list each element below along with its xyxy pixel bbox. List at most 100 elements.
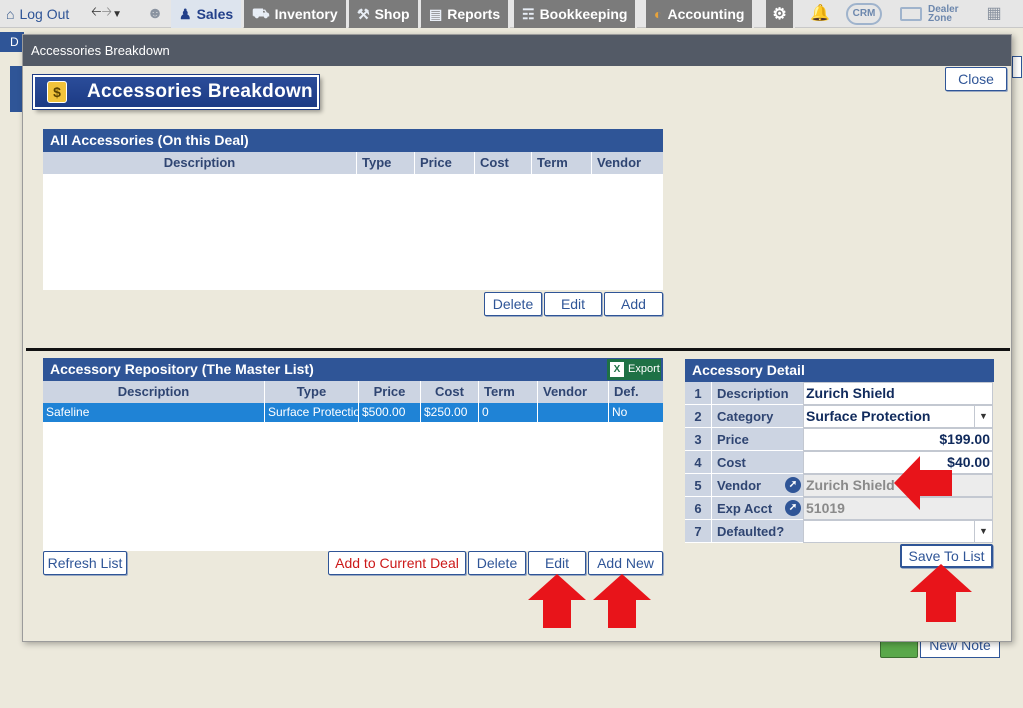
chevron-down-icon[interactable]: ▼ <box>974 406 992 427</box>
dollar-icon: $ <box>47 81 67 103</box>
settings-button[interactable]: ⚙ <box>766 0 795 28</box>
field-label: Category <box>711 405 803 428</box>
back-arrow-icon[interactable]: 🡠 <box>91 3 102 25</box>
delete-repository-button[interactable]: Delete <box>468 551 526 575</box>
tab-reports[interactable]: ▤ Reports <box>421 0 511 28</box>
column-vendor[interactable]: Vendor <box>538 381 609 403</box>
tab-bookkeeping[interactable]: ☶ Bookkeeping <box>514 0 638 28</box>
logout-label: Log Out <box>19 6 70 22</box>
column-term[interactable]: Term <box>479 381 538 403</box>
field-label: Price <box>711 428 803 451</box>
field-label: Cost <box>711 451 803 474</box>
calculator-icon[interactable]: ▦ <box>982 3 1006 25</box>
repository-grid[interactable]: Safeline Surface Protection $500.00 $250… <box>43 403 663 551</box>
export-button[interactable]: X Export <box>607 359 661 380</box>
tab-accounting-label: Accounting <box>667 6 745 22</box>
bell-icon[interactable]: 🔔 <box>808 3 832 25</box>
tab-sales-label: Sales <box>196 6 234 22</box>
defaulted-select[interactable]: ▼ <box>803 520 993 543</box>
row-number: 5 <box>685 474 711 497</box>
chevron-down-icon[interactable]: ▼ <box>112 9 122 20</box>
cell-term: 0 <box>479 403 538 422</box>
column-description[interactable]: Description <box>43 152 357 174</box>
tab-inventory[interactable]: ⛟ Inventory <box>244 0 348 28</box>
detail-row-description: 1 Description Zurich Shield <box>685 382 994 405</box>
chevron-down-icon[interactable]: ▼ <box>974 521 992 542</box>
repository-header: Accessory Repository (The Master List) <box>43 358 663 381</box>
red-arrow-left-vendor <box>894 456 952 510</box>
export-label: Export <box>628 363 660 375</box>
row-number: 7 <box>685 520 711 543</box>
category-value: Surface Protection <box>806 408 931 424</box>
crm-label: CRM <box>852 8 876 19</box>
column-cost[interactable]: Cost <box>421 381 479 403</box>
close-button[interactable]: Close <box>945 67 1007 91</box>
column-vendor[interactable]: Vendor <box>592 152 663 174</box>
section-divider <box>26 348 1010 351</box>
cell-description: Safeline <box>43 403 265 422</box>
row-number: 3 <box>685 428 711 451</box>
row-number: 6 <box>685 497 711 520</box>
detail-row-category: 2 Category Surface Protection ▼ <box>685 405 994 428</box>
pie-chart-icon: ◐ <box>654 6 663 22</box>
tab-shop[interactable]: ⚒ Shop <box>349 0 420 28</box>
accessory-detail-header: Accessory Detail <box>685 359 994 382</box>
tab-reports-label: Reports <box>447 6 501 22</box>
add-accessory-button[interactable]: Add <box>604 292 663 316</box>
tab-shop-label: Shop <box>374 6 410 22</box>
edit-repository-button[interactable]: Edit <box>528 551 586 575</box>
logout-link[interactable]: ⌂ Log Out <box>6 0 69 28</box>
field-label-with-link: Exp Acct ➚ <box>711 497 803 520</box>
description-field[interactable]: Zurich Shield <box>803 382 993 405</box>
cell-vendor <box>538 403 609 422</box>
user-face-icon[interactable]: ☻ <box>143 3 167 25</box>
crm-link[interactable]: CRM <box>846 3 882 25</box>
field-label-with-link: Vendor ➚ <box>711 474 803 497</box>
table-row[interactable]: Safeline Surface Protection $500.00 $250… <box>43 403 663 422</box>
back-forward-nav[interactable]: 🡠 🡢 ▼ <box>91 0 122 28</box>
delete-accessory-button[interactable]: Delete <box>484 292 542 316</box>
dealer-zone-link[interactable]: Dealer Zone <box>900 4 959 24</box>
dealer-card-icon <box>900 7 922 21</box>
column-type[interactable]: Type <box>357 152 415 174</box>
tab-sales[interactable]: ♟ Sales <box>171 0 244 28</box>
price-field[interactable]: $199.00 <box>803 428 993 451</box>
cell-default: No <box>612 405 628 419</box>
tab-inventory-label: Inventory <box>274 6 338 22</box>
book-icon: ☶ <box>522 5 535 22</box>
refresh-list-button[interactable]: Refresh List <box>43 551 127 575</box>
dealer-zone-line-2: Zone <box>928 13 952 24</box>
background-tab[interactable]: D <box>0 32 24 52</box>
detail-row-defaulted: 7 Defaulted? ▼ <box>685 520 994 543</box>
dealer-zone-label: Dealer Zone <box>928 5 959 24</box>
edit-accessory-button[interactable]: Edit <box>544 292 602 316</box>
red-arrow-up-add-new <box>593 574 651 628</box>
car-icon: ⛟ <box>252 4 270 21</box>
tab-accounting[interactable]: ◐ Accounting <box>646 0 755 28</box>
banner-title: Accessories Breakdown <box>87 81 313 102</box>
column-price[interactable]: Price <box>359 381 421 403</box>
forward-arrow-icon[interactable]: 🡢 <box>102 3 113 25</box>
salesperson-icon: ♟ <box>179 5 192 22</box>
dialog-banner: $ Accessories Breakdown <box>32 74 320 110</box>
all-accessories-header: All Accessories (On this Deal) <box>43 129 663 152</box>
column-type[interactable]: Type <box>265 381 359 403</box>
column-price[interactable]: Price <box>415 152 475 174</box>
vendor-label: Vendor <box>717 478 762 493</box>
row-number: 1 <box>685 382 711 405</box>
column-term[interactable]: Term <box>532 152 592 174</box>
field-label: Defaulted? <box>711 520 803 543</box>
wrench-icon: ⚒ <box>357 5 370 22</box>
cell-cost: $250.00 <box>421 403 479 422</box>
all-accessories-column-headers: Description Type Price Cost Term Vendor <box>43 152 663 174</box>
all-accessories-grid[interactable] <box>43 174 663 290</box>
lookup-link-icon[interactable]: ➚ <box>785 477 801 493</box>
column-default[interactable]: Def. <box>609 381 663 403</box>
add-to-current-deal-button[interactable]: Add to Current Deal <box>328 551 466 575</box>
add-new-button[interactable]: Add New <box>588 551 663 575</box>
lookup-link-icon[interactable]: ➚ <box>785 500 801 516</box>
accessories-breakdown-dialog: Accessories Breakdown $ Accessories Brea… <box>22 34 1012 642</box>
category-select[interactable]: Surface Protection ▼ <box>803 405 993 428</box>
column-description[interactable]: Description <box>43 381 265 403</box>
column-cost[interactable]: Cost <box>475 152 532 174</box>
